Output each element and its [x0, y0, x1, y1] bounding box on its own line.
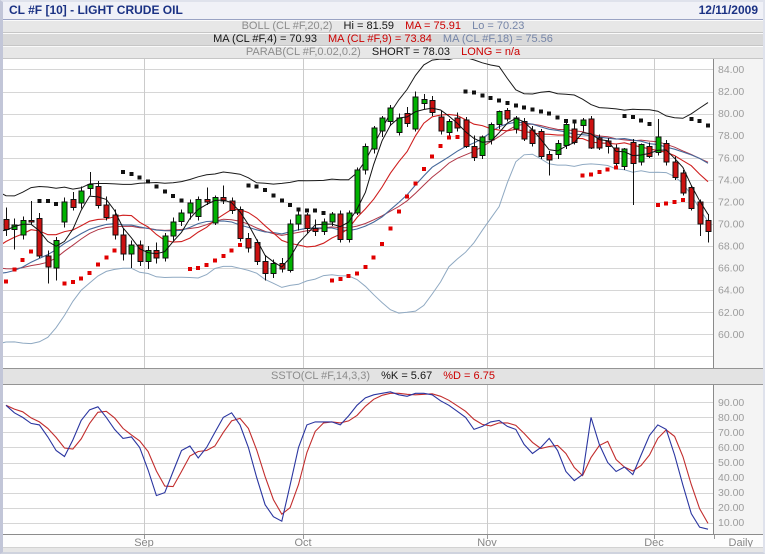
svg-text:64.00: 64.00 [718, 285, 744, 297]
svg-text:60.00: 60.00 [718, 329, 744, 341]
parab-short-value: SHORT = 78.03 [372, 46, 450, 58]
symbol-title: CL #F [10] - LIGHT CRUDE OIL [9, 2, 183, 19]
ssto-k-value: %K = 5.67 [381, 370, 432, 382]
chart-window: CL #F [10] - LIGHT CRUDE OIL 12/11/2009 … [0, 0, 765, 554]
svg-text:80.00: 80.00 [718, 108, 744, 120]
svg-text:74.00: 74.00 [718, 174, 744, 186]
svg-text:60.00: 60.00 [718, 442, 744, 454]
ma18-value: MA (CL #F,18) = 75.56 [443, 33, 553, 45]
stochastic-chart[interactable]: 90.00 80.00 70.00 60.00 50.00 40.00 30.00 20.00… [3, 385, 763, 534]
boll-label: BOLL (CL #F,20,2) [242, 20, 333, 32]
parab-label: PARAB(CL #F,0.02,0.2) [246, 46, 361, 58]
ma4-value: MA (CL #F,4) = 70.93 [213, 33, 317, 45]
ma9-value: MA (CL #F,9) = 73.84 [328, 33, 432, 45]
boll-hi-value: Hi = 81.59 [344, 20, 394, 32]
title-bar: CL #F [10] - LIGHT CRUDE OIL 12/11/2009 [3, 2, 763, 20]
month-label: Sep [134, 537, 154, 549]
svg-text:30.00: 30.00 [718, 487, 744, 499]
svg-text:84.00: 84.00 [718, 64, 744, 76]
time-axis: Daily Sep Oct Nov Dec [3, 534, 763, 552]
month-label: Nov [477, 537, 497, 549]
candles-layer [4, 92, 711, 284]
svg-text:70.00: 70.00 [718, 219, 744, 231]
axis-strip [714, 59, 763, 368]
svg-text:20.00: 20.00 [718, 502, 744, 514]
ssto-d-value: %D = 6.75 [443, 370, 495, 382]
boll-lo-value: Lo = 70.23 [472, 20, 524, 32]
boll-ma-value: MA = 75.91 [405, 20, 461, 32]
svg-text:62.00: 62.00 [718, 307, 744, 319]
svg-text:40.00: 40.00 [718, 472, 744, 484]
axis-labels: 90.00 80.00 70.00 60.00 50.00 40.00 30.00 20.00… [718, 397, 744, 529]
legend-moving-averages: MA (CL #F,4) = 70.93 MA (CL #F,9) = 73.8… [3, 33, 763, 46]
svg-text:80.00: 80.00 [718, 412, 744, 424]
svg-text:76.00: 76.00 [718, 152, 744, 164]
month-label: Oct [294, 537, 311, 549]
svg-text:50.00: 50.00 [718, 457, 744, 469]
svg-text:78.00: 78.00 [718, 130, 744, 142]
legend-stochastic: SSTO(CL #F,14,3,3) %K = 5.67 %D = 6.75 [3, 368, 763, 385]
legend-bollinger: BOLL (CL #F,20,2) Hi = 81.59 MA = 75.91 … [3, 20, 763, 33]
svg-text:70.00: 70.00 [718, 427, 744, 439]
svg-text:10.00: 10.00 [718, 517, 744, 529]
svg-text:68.00: 68.00 [718, 241, 744, 253]
month-label: Dec [644, 537, 664, 549]
price-chart[interactable]: 84.00 82.00 80.00 78.00 76.00 74.00 72.00 70.00… [3, 59, 763, 368]
svg-text:72.00: 72.00 [718, 196, 744, 208]
axis-tick [714, 535, 715, 539]
chart-date: 12/11/2009 [699, 2, 758, 19]
legend-parabolic: PARAB(CL #F,0.02,0.2) SHORT = 78.03 LONG… [3, 46, 763, 59]
svg-text:82.00: 82.00 [718, 86, 744, 98]
svg-text:90.00: 90.00 [718, 397, 744, 409]
percent-d-line [6, 393, 708, 523]
parab-long-value: LONG = n/a [461, 46, 520, 58]
ssto-label: SSTO(CL #F,14,3,3) [271, 370, 370, 382]
svg-text:66.00: 66.00 [718, 263, 744, 275]
period-label: Daily [729, 537, 753, 549]
